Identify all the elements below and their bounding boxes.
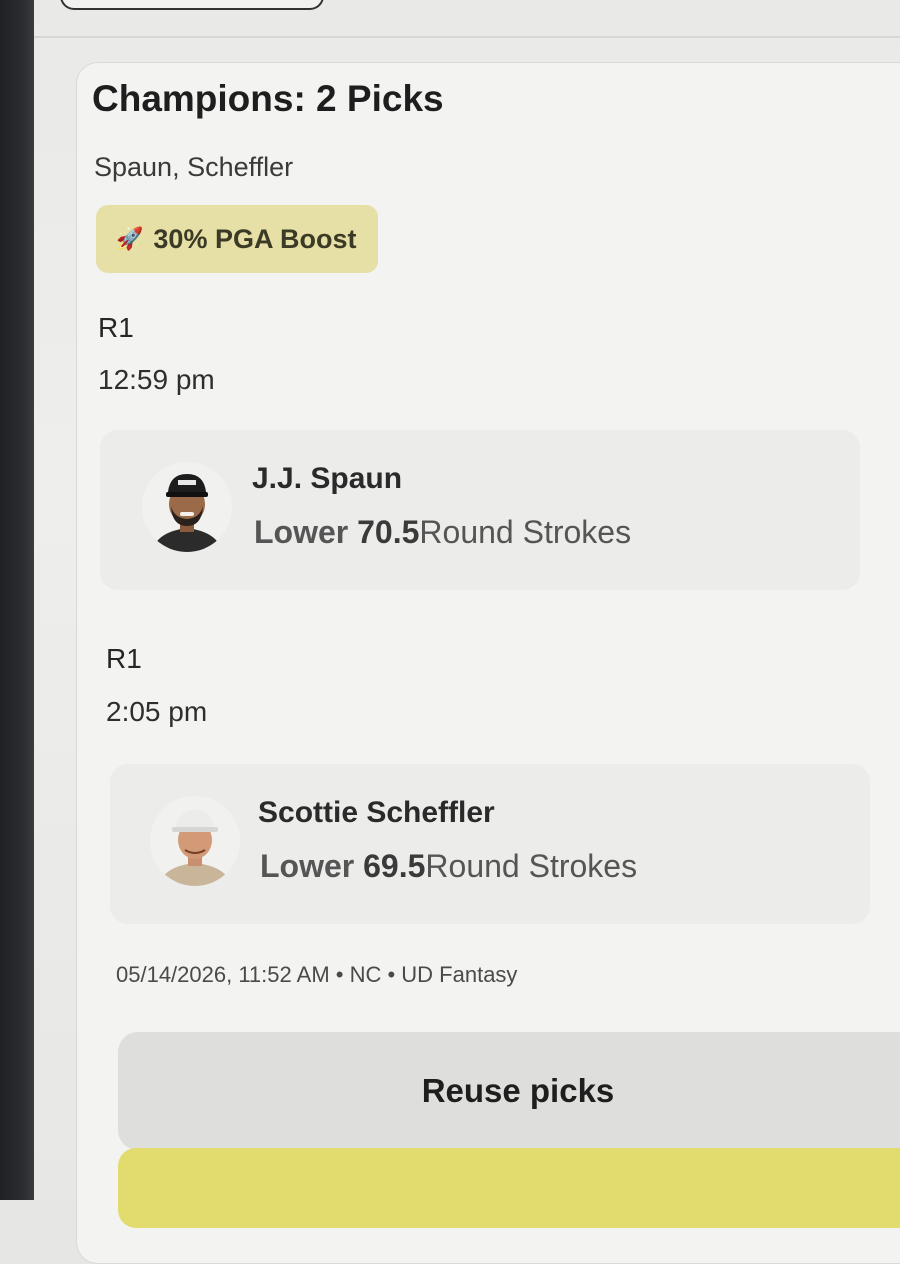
player-avatar — [150, 796, 240, 886]
pick-value: 69.5 — [363, 848, 426, 884]
player-avatar — [142, 462, 232, 552]
divider — [34, 36, 900, 38]
entry-meta: 05/14/2026, 11:52 AM • NC • UD Fantasy — [116, 962, 518, 987]
pick-direction: Lower — [254, 514, 349, 550]
pick-stat: Round Strokes — [419, 514, 632, 550]
pick-value: 70.5 — [357, 514, 420, 550]
pick-line: Lower 69.5Round Strokes — [260, 848, 637, 885]
pick-line: Lower 70.5Round Strokes — [254, 514, 631, 551]
pick-stat: Round Strokes — [425, 848, 638, 884]
boost-badge: 🚀 30% PGA Boost — [96, 205, 379, 273]
boost-label: 30% PGA Boost — [153, 223, 357, 254]
player-name: J.J. Spaun — [252, 462, 403, 495]
pick-time: 2:05 pm — [106, 696, 208, 727]
screen-bezel — [0, 0, 34, 1200]
entry-title: Champions: 2 Picks — [92, 78, 444, 119]
player-name: Scottie Scheffler — [258, 796, 495, 829]
pick-round: R1 — [98, 312, 134, 343]
reuse-picks-button[interactable]: Reuse picks — [118, 1032, 900, 1150]
previous-card-edge — [60, 0, 324, 10]
pick-round: R1 — [106, 643, 142, 674]
entry-subtitle: Spaun, Scheffler — [94, 152, 294, 182]
pick-direction: Lower — [260, 848, 355, 884]
primary-action-button[interactable] — [118, 1148, 900, 1228]
rocket-icon: 🚀 — [116, 226, 144, 251]
pick-time: 12:59 pm — [98, 364, 215, 395]
